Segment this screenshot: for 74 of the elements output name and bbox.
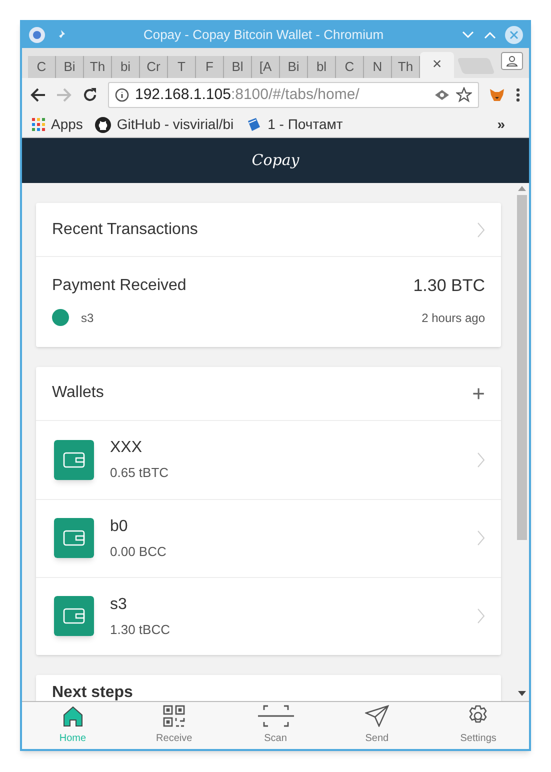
qr-code-icon [163,705,186,727]
browser-tab[interactable]: F [196,56,224,78]
browser-tab[interactable]: Bi [280,56,308,78]
browser-tab[interactable]: Th [392,56,420,78]
wallet-balance: 0.65 tBTC [110,464,170,482]
tab-bar-item[interactable]: Scan [224,702,326,749]
menu-icon[interactable] [515,87,521,103]
browser-tab[interactable]: Th [84,56,112,78]
scroll-thumb[interactable] [517,195,527,540]
close-icon[interactable] [505,26,523,44]
back-icon[interactable] [30,87,46,103]
more-bookmarks-button[interactable]: » [497,114,505,135]
home-icon [62,705,84,727]
active-tab[interactable]: × [420,52,454,78]
scroll-up-icon[interactable] [518,185,526,191]
info-icon [115,88,129,102]
star-icon[interactable] [456,87,472,103]
browser-tab[interactable]: Cr [140,56,168,78]
window-title: Copay - Copay Bitcoin Wallet - Chromium [142,26,385,44]
wallet-row[interactable]: s3 1.30 tBCC [36,576,501,654]
bookmark-link[interactable]: 1 - Почтамт [246,114,343,135]
browser-logo-icon [28,26,46,44]
url-text: 192.168.1.105:8100/#/tabs/home/ [135,84,360,105]
tab-bar-item[interactable]: Send [326,702,428,749]
maximize-icon[interactable] [483,30,497,40]
wallet-icon [54,596,94,636]
scan-icon [258,705,294,727]
wallet-name: s3 [81,310,95,326]
wallet-row[interactable]: XXX 0.65 tBTC [36,420,501,498]
chevron-right-icon [477,608,485,624]
transaction-time: 2 hours ago [422,310,485,326]
tab-bar-item[interactable]: Settings [428,702,530,749]
profile-icon[interactable] [501,52,523,70]
copay-logo: Copay [252,150,300,172]
tab-bar-item[interactable]: Receive [123,702,225,749]
wallet-icon [54,518,94,558]
cat-silhouette-icon [94,116,111,132]
reload-icon[interactable] [82,87,98,103]
address-field[interactable]: 192.168.1.105:8100/#/tabs/home/ [108,82,479,108]
chevron-right-icon[interactable] [477,222,485,238]
chevron-right-icon [477,530,485,546]
forward-icon[interactable] [56,87,72,103]
browser-tab[interactable]: Bi [56,56,84,78]
wallet-name: s3 [110,594,128,615]
card-title: Next steps [52,684,133,700]
wallet-balance: 1.30 tBCC [110,620,171,639]
minimize-icon[interactable] [461,30,475,40]
browser-tab[interactable]: bl [308,56,336,78]
book-icon [246,116,262,132]
wallet-row[interactable]: b0 0.00 BCC [36,498,501,576]
browser-tab[interactable]: C [28,56,56,78]
paper-plane-icon [364,705,389,727]
add-wallet-button[interactable]: + [472,376,485,410]
wallet-balance: 0.00 BCC [110,542,168,561]
wallet-icon [54,440,94,480]
browser-tab[interactable]: Bl [224,56,252,78]
transaction-amount: 1.30 BTC [413,275,485,297]
browser-tab[interactable]: [A [252,56,280,78]
browser-tab[interactable]: N [364,56,392,78]
chevron-right-icon [477,452,485,468]
apps-icon [32,118,45,131]
browser-tab[interactable]: T [168,56,196,78]
browser-tab[interactable]: bi [112,56,140,78]
eye-icon[interactable] [434,89,450,101]
fox-icon[interactable] [489,87,505,103]
scroll-down-icon[interactable] [518,691,526,697]
card-title[interactable]: Recent Transactions [52,218,477,242]
browser-tab[interactable]: C [336,56,364,78]
bookmark-link[interactable]: GitHub - visvirial/bi [94,114,234,135]
bookmark-link[interactable]: Apps [32,114,83,135]
transaction-label: Payment Received [52,276,188,296]
wallet-name: b0 [110,516,129,537]
wallet-name: XXX [110,438,144,458]
card-title: Wallets [52,383,105,403]
